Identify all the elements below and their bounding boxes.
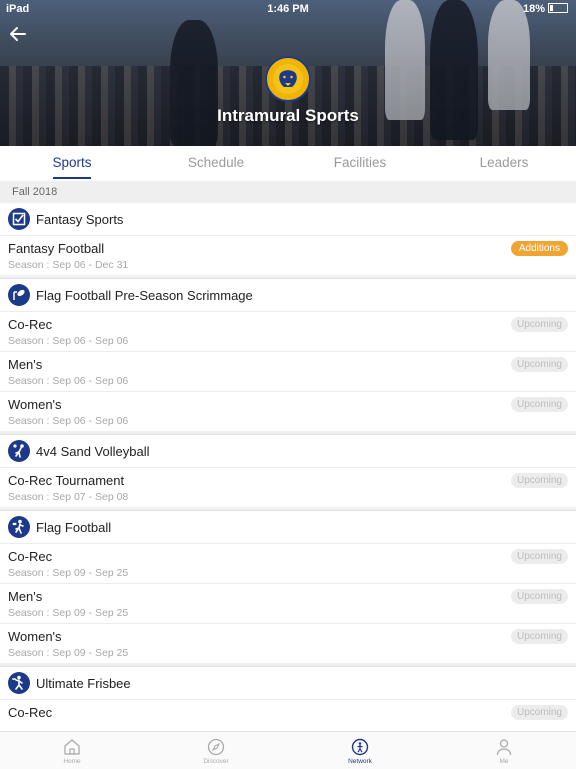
nav-home[interactable]: Home <box>0 732 144 769</box>
season-label: Fall 2018 <box>12 186 58 198</box>
group-header: Ultimate Frisbee <box>0 666 576 699</box>
group-title: Fantasy Sports <box>36 211 124 227</box>
item-name: Fantasy Football <box>8 241 105 256</box>
item-name: Co-Rec <box>8 549 53 564</box>
status-badge: Upcoming <box>510 397 568 412</box>
item-season: Season : Sep 09 - Sep 25 <box>8 647 129 659</box>
back-arrow-icon[interactable] <box>8 24 32 48</box>
list-item[interactable]: Women's Season : Sep 06 - Sep 06 Upcomin… <box>0 391 576 431</box>
group-header: Flag Football Pre-Season Scrimmage <box>0 278 576 311</box>
lion-logo-icon <box>265 56 311 102</box>
status-badge: Upcoming <box>510 705 568 720</box>
group-title: Flag Football Pre-Season Scrimmage <box>36 287 253 303</box>
frisbee-player-icon <box>8 672 30 694</box>
group-title: Flag Football <box>36 519 112 535</box>
football-icon <box>8 284 30 306</box>
list-item[interactable]: Co-Rec Tournament Season : Sep 07 - Sep … <box>0 467 576 507</box>
header-banner: iPad 1:46 PM 18% Intramural Sports <box>0 0 576 146</box>
item-season: Season : Sep 06 - Dec 31 <box>8 259 129 271</box>
item-name: Co-Rec <box>8 317 53 332</box>
compass-icon <box>207 738 225 756</box>
item-season: Season : Sep 06 - Sep 06 <box>8 415 129 427</box>
home-icon <box>63 738 81 756</box>
status-badge: Upcoming <box>510 629 568 644</box>
volleyball-player-icon <box>8 440 30 462</box>
nav-me[interactable]: Me <box>432 732 576 769</box>
group-title: Ultimate Frisbee <box>36 675 131 691</box>
status-time: 1:46 PM <box>267 3 309 15</box>
list-item[interactable]: Co-Rec Season : Sep 09 - Sep 25 Upcoming <box>0 543 576 583</box>
battery-icon <box>548 3 568 13</box>
tab-bar: Sports Schedule Facilities Leaders <box>0 146 576 182</box>
item-name: Men's <box>8 589 43 604</box>
page-title: Intramural Sports <box>217 106 359 125</box>
item-name: Women's <box>8 397 62 412</box>
tab-schedule[interactable]: Schedule <box>144 146 288 181</box>
item-season: Season : Sep 09 - Sep 25 <box>8 607 129 619</box>
list-item[interactable]: Men's Season : Sep 06 - Sep 06 Upcoming <box>0 351 576 391</box>
item-season: Season : Sep 07 - Sep 08 <box>8 491 129 503</box>
list-item[interactable]: Women's Season : Sep 09 - Sep 25 Upcomin… <box>0 623 576 663</box>
status-badge: Upcoming <box>510 357 568 372</box>
nav-label: Network <box>348 758 372 765</box>
status-badge: Upcoming <box>510 317 568 332</box>
group-title: 4v4 Sand Volleyball <box>36 443 150 459</box>
list-item[interactable]: Men's Season : Sep 09 - Sep 25 Upcoming <box>0 583 576 623</box>
nav-label: Me <box>499 758 509 765</box>
list-item[interactable]: Co-Rec Season : Sep 06 - Sep 06 Upcoming <box>0 311 576 351</box>
item-season: Season : Sep 06 - Sep 06 <box>8 335 129 347</box>
item-name: Women's <box>8 629 62 644</box>
battery-percent: 18% <box>522 3 545 15</box>
tab-leaders[interactable]: Leaders <box>432 146 576 181</box>
item-season: Season : Sep 09 - Sep 25 <box>8 567 129 579</box>
sports-list: Fantasy Sports Fantasy Football Season :… <box>0 203 576 731</box>
group-header: 4v4 Sand Volleyball <box>0 434 576 467</box>
item-name: Co-Rec <box>8 705 53 720</box>
tab-facilities[interactable]: Facilities <box>288 146 432 181</box>
checkbox-icon <box>8 208 30 230</box>
item-name: Co-Rec Tournament <box>8 473 125 488</box>
season-header: Fall 2018 <box>0 181 576 203</box>
tab-sports[interactable]: Sports <box>0 146 144 181</box>
list-item[interactable]: Fantasy Football Season : Sep 06 - Dec 3… <box>0 235 576 275</box>
bottom-nav: Home Discover Network Me <box>0 731 576 769</box>
status-badge: Upcoming <box>510 589 568 604</box>
group-header: Fantasy Sports <box>0 203 576 235</box>
status-badge: Upcoming <box>510 549 568 564</box>
nav-label: Discover <box>203 758 229 765</box>
person-icon <box>495 738 513 756</box>
battery-indicator: 18% <box>523 3 568 15</box>
status-badge: Upcoming <box>510 473 568 488</box>
nav-network[interactable]: Network <box>288 732 432 769</box>
football-player-icon <box>8 516 30 538</box>
group-header: Flag Football <box>0 510 576 543</box>
network-icon <box>351 738 369 756</box>
status-bar: iPad 1:46 PM 18% <box>0 0 576 18</box>
item-name: Men's <box>8 357 43 372</box>
list-item[interactable]: Co-Rec Upcoming <box>0 699 576 731</box>
nav-label: Home <box>63 758 81 765</box>
nav-discover[interactable]: Discover <box>144 732 288 769</box>
status-badge: Additions <box>510 241 568 256</box>
item-season: Season : Sep 06 - Sep 06 <box>8 375 129 387</box>
